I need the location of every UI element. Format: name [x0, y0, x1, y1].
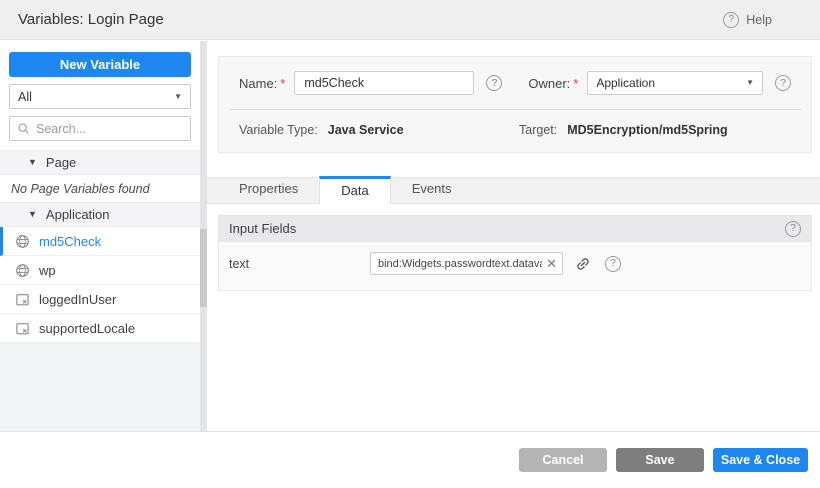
tree-group-page[interactable]: ▼ Page	[0, 150, 200, 175]
variable-detail-panel: Name: * ? Owner: * Application ▼ ? Varia…	[207, 41, 820, 431]
field-name: text	[229, 257, 370, 271]
sidebar-scrollbar[interactable]	[200, 41, 207, 431]
input-fields-body: text bind:Widgets.passwordtext.datavalue…	[218, 242, 812, 291]
save-button[interactable]: Save	[616, 448, 704, 472]
detail-tabbar: Properties Data Events	[207, 177, 820, 204]
dialog-footer: Cancel Save Save & Close	[0, 431, 820, 488]
model-variable-icon	[15, 292, 30, 307]
help-link[interactable]: ? Help	[723, 12, 772, 28]
help-icon: ?	[723, 12, 739, 28]
tree-item-loggedinuser[interactable]: loggedInUser	[0, 285, 200, 314]
variables-dialog: Variables: Login Page ? Help New Variabl…	[0, 0, 820, 488]
filter-selected-value: All	[18, 90, 32, 104]
search-input[interactable]	[36, 122, 183, 136]
clear-icon[interactable]: ✕	[546, 257, 557, 270]
bind-link-button[interactable]	[575, 256, 591, 272]
group-label: Page	[46, 155, 76, 170]
input-field-row-text: text bind:Widgets.passwordtext.datavalue…	[229, 252, 801, 275]
target-value: MD5Encryption/md5Spring	[567, 123, 727, 137]
chevron-down-icon: ▼	[174, 93, 182, 101]
item-label: supportedLocale	[39, 321, 135, 336]
target-label: Target:	[519, 123, 557, 137]
save-and-close-button[interactable]: Save & Close	[713, 448, 808, 472]
item-label: md5Check	[39, 234, 101, 249]
page-empty-message: No Page Variables found	[0, 175, 200, 202]
new-variable-button[interactable]: New Variable	[9, 52, 191, 77]
variable-type-label: Variable Type:	[239, 123, 318, 137]
bind-expression-value: bind:Widgets.passwordtext.datavalue	[378, 258, 542, 270]
input-fields-header: Input Fields ?	[218, 215, 812, 242]
item-label: loggedInUser	[39, 292, 116, 307]
input-fields-help-icon[interactable]: ?	[785, 221, 801, 237]
variable-search[interactable]	[9, 116, 191, 141]
field-help-icon[interactable]: ?	[605, 256, 621, 272]
help-label: Help	[746, 13, 772, 27]
name-input[interactable]	[294, 71, 474, 95]
tree-group-application[interactable]: ▼ Application	[0, 202, 200, 227]
variable-summary-panel: Name: * ? Owner: * Application ▼ ? Varia…	[218, 56, 812, 153]
name-help-icon[interactable]: ?	[486, 75, 502, 91]
input-fields-section: Input Fields ? text bind:Widgets.passwor…	[218, 215, 812, 291]
tab-data[interactable]: Data	[319, 176, 390, 204]
variables-sidebar: New Variable All ▼ ▼ Page No Page Variab…	[0, 41, 200, 431]
required-marker: *	[280, 76, 285, 91]
variable-filter-select[interactable]: All ▼	[9, 84, 191, 109]
search-icon	[17, 122, 30, 135]
owner-label: Owner:	[528, 76, 570, 91]
item-label: wp	[39, 263, 56, 278]
owner-help-icon[interactable]: ?	[775, 75, 791, 91]
cancel-button[interactable]: Cancel	[519, 448, 607, 472]
scrollbar-thumb[interactable]	[200, 229, 207, 307]
tree-item-supportedlocale[interactable]: supportedLocale	[0, 314, 200, 343]
tab-events[interactable]: Events	[391, 176, 473, 203]
required-marker: *	[573, 76, 578, 91]
service-variable-icon	[15, 263, 30, 278]
variable-type-value: Java Service	[328, 123, 404, 137]
page-title: Variables: Login Page	[18, 11, 164, 28]
group-label: Application	[46, 207, 110, 222]
bind-expression-input[interactable]: bind:Widgets.passwordtext.datavalue ✕	[370, 252, 563, 275]
tree-item-md5check[interactable]: md5Check	[0, 227, 200, 256]
owner-selected-value: Application	[596, 76, 655, 90]
expander-down-icon: ▼	[28, 158, 37, 167]
expander-down-icon: ▼	[28, 210, 37, 219]
variables-tree: ▼ Page No Page Variables found ▼ Applica…	[0, 150, 200, 343]
tab-properties[interactable]: Properties	[218, 176, 319, 203]
link-icon	[572, 252, 595, 275]
service-variable-icon	[15, 234, 30, 249]
model-variable-icon	[15, 321, 30, 336]
owner-select[interactable]: Application ▼	[587, 71, 763, 95]
name-label: Name:	[239, 76, 277, 91]
dialog-header: Variables: Login Page ? Help	[0, 0, 820, 40]
section-title: Input Fields	[229, 221, 296, 236]
chevron-down-icon: ▼	[746, 79, 754, 87]
sidebar-filler	[0, 343, 200, 431]
tree-item-wp[interactable]: wp	[0, 256, 200, 285]
